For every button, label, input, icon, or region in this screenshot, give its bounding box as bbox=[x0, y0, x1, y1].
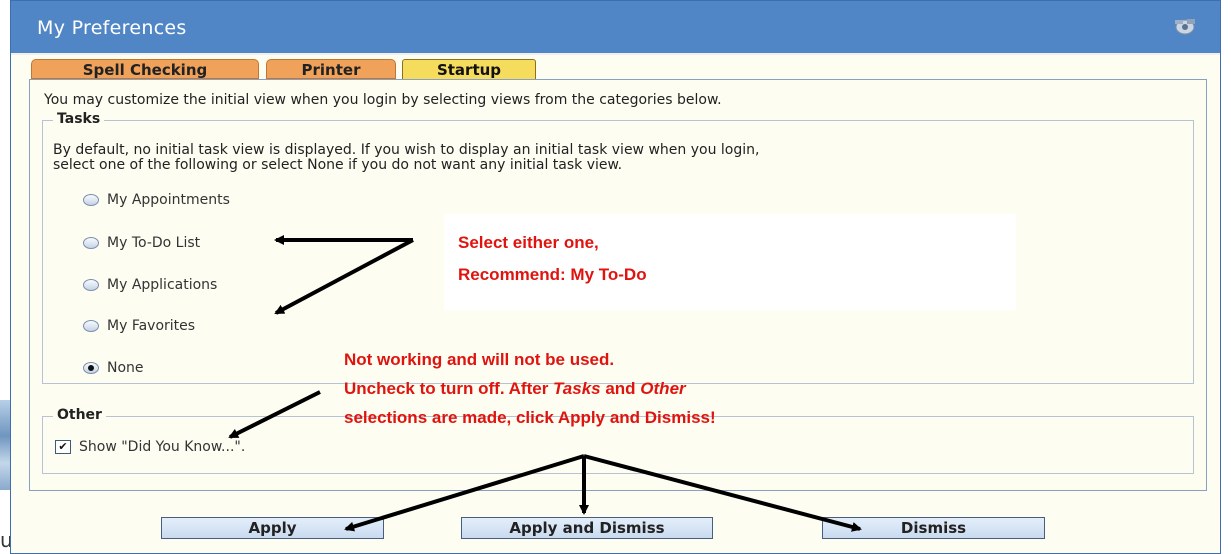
tab-printer[interactable]: Printer bbox=[266, 59, 396, 79]
preferences-icon bbox=[1175, 19, 1195, 35]
callout-line1: Select either one, bbox=[458, 233, 599, 252]
startup-intro-text: You may customize the initial view when … bbox=[44, 92, 722, 108]
apply-and-dismiss-button[interactable]: Apply and Dismiss bbox=[461, 517, 713, 539]
radio-label: My Favorites bbox=[107, 318, 196, 334]
other-legend: Other bbox=[53, 407, 106, 423]
note-line2-tasks: Tasks bbox=[553, 379, 601, 398]
radio-none[interactable]: None bbox=[83, 358, 144, 378]
title-bar: My Preferences bbox=[11, 1, 1220, 55]
radio-circle[interactable] bbox=[83, 320, 99, 332]
radio-circle[interactable] bbox=[83, 237, 99, 249]
background-window-fragment bbox=[0, 400, 10, 490]
dialog-title: My Preferences bbox=[37, 17, 187, 39]
radio-my-appointments[interactable]: My Appointments bbox=[83, 190, 230, 210]
radio-my-applications[interactable]: My Applications bbox=[83, 275, 217, 295]
radio-circle[interactable] bbox=[83, 194, 99, 206]
radio-label: My Applications bbox=[107, 277, 218, 293]
tasks-description-line1: By default, no initial task view is disp… bbox=[53, 142, 760, 158]
note-line1: Not working and will not be used. bbox=[344, 350, 615, 369]
radio-label: My To-Do List bbox=[107, 235, 201, 251]
apply-button[interactable]: Apply bbox=[161, 517, 384, 539]
note-line3: selections are made, click Apply and Dis… bbox=[344, 408, 716, 427]
tasks-description: By default, no initial task view is disp… bbox=[53, 143, 759, 173]
note-line2-a: Uncheck to turn off. After bbox=[344, 379, 554, 398]
callout-box bbox=[444, 214, 1016, 310]
tab-startup[interactable]: Startup bbox=[402, 59, 536, 79]
checkbox-label: Show "Did You Know...". bbox=[79, 439, 246, 455]
note-line2-other: Other bbox=[640, 379, 686, 398]
radio-label: None bbox=[107, 360, 144, 376]
tasks-description-line2: select one of the following or select No… bbox=[53, 157, 623, 173]
note-line2: Uncheck to turn off. After Tasks and Oth… bbox=[344, 377, 686, 400]
checkbox-box[interactable]: ✔ bbox=[55, 440, 71, 454]
tab-spell-checking[interactable]: Spell Checking bbox=[31, 59, 259, 79]
dismiss-button[interactable]: Dismiss bbox=[822, 517, 1045, 539]
checkbox-show-did-you-know[interactable]: ✔ Show "Did You Know...". bbox=[55, 437, 245, 457]
radio-my-to-do-list[interactable]: My To-Do List bbox=[83, 233, 200, 253]
tasks-legend: Tasks bbox=[53, 111, 105, 127]
radio-circle[interactable] bbox=[83, 279, 99, 291]
radio-circle-selected[interactable] bbox=[83, 362, 99, 374]
note-line2-and: and bbox=[600, 379, 641, 398]
callout-line2: Recommend: My To-Do bbox=[458, 265, 647, 284]
radio-my-favorites[interactable]: My Favorites bbox=[83, 316, 195, 336]
radio-label: My Appointments bbox=[107, 192, 230, 208]
